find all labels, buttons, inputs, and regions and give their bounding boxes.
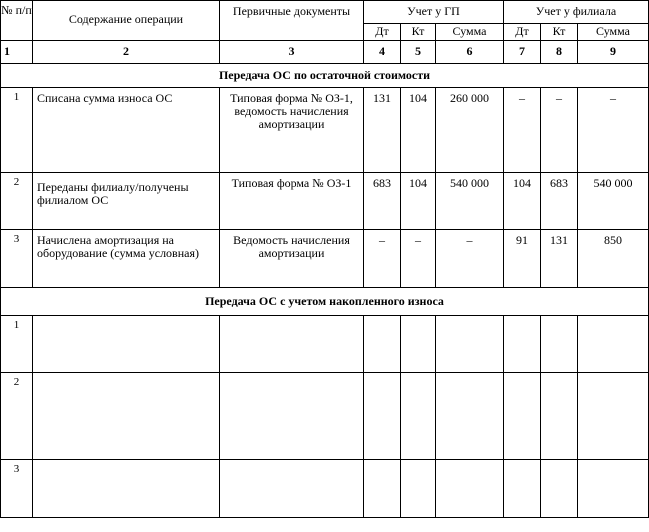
branch-debit: 104	[503, 172, 541, 230]
header-gp-kt: Кт	[400, 23, 436, 41]
gp-sum	[435, 315, 504, 373]
operations-table: № п/п Содержание операции Первичные доку…	[0, 0, 649, 518]
column-number: 8	[540, 40, 578, 64]
header-gp: Учет у ГП	[363, 0, 504, 24]
primary-document	[219, 372, 364, 460]
header-branch-kt: Кт	[540, 23, 578, 41]
header-gp-dt: Дт	[363, 23, 401, 41]
gp-credit	[400, 372, 436, 460]
gp-debit: 131	[363, 87, 401, 173]
gp-debit: –	[363, 229, 401, 288]
operation-content	[32, 315, 220, 373]
row-number: 1	[0, 315, 33, 373]
gp-debit	[363, 459, 401, 518]
branch-debit: 91	[503, 229, 541, 288]
branch-sum: –	[577, 87, 649, 173]
header-branch-sum: Сумма	[577, 23, 649, 41]
table-row: 1	[0, 315, 649, 373]
row-number: 2	[0, 172, 33, 230]
column-number-row: 1 2 3 4 5 6 7 8 9	[0, 40, 649, 64]
branch-credit: 131	[540, 229, 578, 288]
column-number: 5	[400, 40, 436, 64]
gp-credit: 104	[400, 172, 436, 230]
header-gp-sum: Сумма	[435, 23, 504, 41]
primary-document: Типовая форма № ОЗ-1, ведомость начислен…	[219, 87, 364, 173]
gp-credit: 104	[400, 87, 436, 173]
table-row: 1 Списана сумма износа ОС Типовая форма …	[0, 87, 649, 173]
gp-sum: 540 000	[435, 172, 504, 230]
table-row: 3 Начислена амортизация на оборудование …	[0, 229, 649, 288]
branch-credit	[540, 459, 578, 518]
column-number: 2	[32, 40, 220, 64]
row-number: 1	[0, 87, 33, 173]
branch-sum: 850	[577, 229, 649, 288]
row-number: 2	[0, 372, 33, 460]
gp-credit	[400, 459, 436, 518]
primary-document: Типовая форма № ОЗ-1	[219, 172, 364, 230]
branch-debit: –	[503, 87, 541, 173]
gp-debit: 683	[363, 172, 401, 230]
table-row: 3	[0, 459, 649, 518]
header-content: Содержание операции	[32, 0, 220, 41]
column-number: 3	[219, 40, 364, 64]
gp-sum: 260 000	[435, 87, 504, 173]
branch-sum	[577, 315, 649, 373]
operation-content	[32, 372, 220, 460]
section-title: Передача ОС с учетом накопленного износа	[0, 287, 649, 316]
column-number: 1	[0, 40, 33, 64]
section-heading-row: Передача ОС по остаточной стоимости	[0, 63, 649, 88]
gp-sum	[435, 459, 504, 518]
operation-content	[32, 459, 220, 518]
header-documents: Первичные документы	[219, 0, 364, 41]
column-number: 7	[503, 40, 541, 64]
primary-document: Ведомость начисления амортизации	[219, 229, 364, 288]
gp-sum	[435, 372, 504, 460]
column-number: 4	[363, 40, 401, 64]
primary-document	[219, 315, 364, 373]
branch-debit	[503, 315, 541, 373]
header-branch: Учет у филиала	[503, 0, 649, 24]
header-branch-dt: Дт	[503, 23, 541, 41]
branch-sum	[577, 372, 649, 460]
gp-credit	[400, 315, 436, 373]
branch-credit	[540, 315, 578, 373]
branch-sum	[577, 459, 649, 518]
gp-sum: –	[435, 229, 504, 288]
branch-debit	[503, 372, 541, 460]
column-number: 9	[577, 40, 649, 64]
table-row: 2	[0, 372, 649, 460]
gp-credit: –	[400, 229, 436, 288]
column-number: 6	[435, 40, 504, 64]
operation-content: Переданы филиалу/получены филиалом ОС	[32, 172, 220, 230]
row-number: 3	[0, 229, 33, 288]
section-title: Передача ОС по остаточной стоимости	[0, 63, 649, 88]
header-number: № п/п	[0, 0, 33, 41]
section-heading-row: Передача ОС с учетом накопленного износа	[0, 287, 649, 316]
branch-credit: 683	[540, 172, 578, 230]
table-row: 2 Переданы филиалу/получены филиалом ОС …	[0, 172, 649, 230]
operation-content: Списана сумма износа ОС	[32, 87, 220, 173]
branch-credit	[540, 372, 578, 460]
primary-document	[219, 459, 364, 518]
row-number: 3	[0, 459, 33, 518]
branch-credit: –	[540, 87, 578, 173]
branch-sum: 540 000	[577, 172, 649, 230]
gp-debit	[363, 315, 401, 373]
operation-content: Начислена амортизация на оборудование (с…	[32, 229, 220, 288]
gp-debit	[363, 372, 401, 460]
branch-debit	[503, 459, 541, 518]
